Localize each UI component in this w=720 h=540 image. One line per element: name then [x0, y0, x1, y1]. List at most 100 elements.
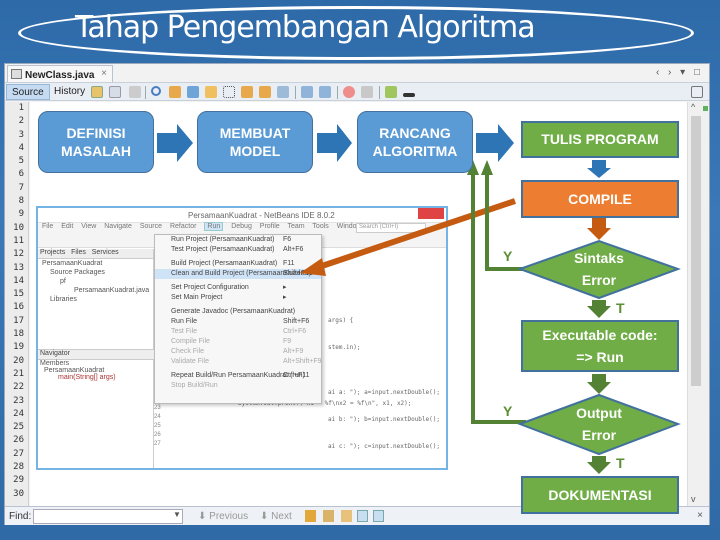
step-label: => Run — [576, 349, 624, 365]
window-controls[interactable]: ‹ › ▾ □ — [656, 67, 703, 78]
menu-item: Debug — [231, 223, 252, 230]
shift-left-icon[interactable] — [301, 86, 313, 98]
check-icon[interactable] — [385, 86, 397, 98]
select-icon[interactable] — [223, 86, 235, 98]
next-bookmark-icon[interactable] — [259, 86, 271, 98]
find-next-label: Next — [271, 511, 292, 522]
back-icon[interactable] — [109, 86, 121, 98]
step-membuat-model: MEMBUAT MODEL — [197, 111, 313, 173]
forward-icon[interactable] — [129, 86, 141, 98]
source-tab[interactable]: Source — [6, 84, 50, 100]
line-number: 9 — [18, 209, 24, 220]
chevron-down-icon[interactable]: ▼ — [173, 510, 181, 519]
line-number: 14 — [13, 275, 24, 286]
menu-item-run: Run — [204, 222, 224, 231]
scroll-down-icon[interactable]: v — [691, 494, 696, 504]
find-label: Find: — [9, 511, 32, 522]
yes-label: Y — [503, 248, 513, 264]
highlight-results-icon[interactable] — [357, 510, 368, 522]
find-previous-button[interactable]: ⬇ Previous — [198, 511, 248, 522]
step-dokumentasi: DOKUMENTASI — [521, 476, 679, 514]
no-label: T — [616, 455, 625, 471]
line-number: 10 — [13, 222, 24, 233]
decision-sintaks-error: Sintaks Error — [540, 247, 658, 292]
screenshot-tree: PersamaanKuadrat Source Packages pf Pers… — [38, 259, 153, 304]
run-menu-item: Run File Shift+F6 — [171, 318, 310, 325]
split-icon[interactable] — [691, 86, 703, 98]
toggle-highlight-icon[interactable] — [205, 86, 217, 98]
java-file-icon — [11, 69, 22, 79]
prev-bookmark-icon[interactable] — [241, 86, 253, 98]
code-line: stem.in); — [328, 344, 361, 351]
find-previous-icon[interactable] — [169, 86, 181, 98]
run-menu-item: Validate File Alt+Shift+F9 — [171, 358, 322, 365]
code-line: ai b: "); b=input.nextDouble(); — [328, 416, 440, 423]
vertical-scrollbar[interactable]: ^ v — [687, 102, 709, 506]
close-tab-icon[interactable]: × — [101, 68, 107, 79]
run-menu-item: Run Project (PersamaanKuadrat) F6 — [171, 236, 292, 243]
whole-words-icon[interactable] — [323, 510, 334, 522]
scroll-up-icon[interactable]: ^ — [691, 102, 695, 112]
step-label: ALGORITMA — [372, 143, 458, 159]
scrollbar-thumb[interactable] — [691, 116, 701, 386]
shift-right-icon[interactable] — [319, 86, 331, 98]
menu-item: Team — [287, 223, 305, 230]
line-number: 18 — [13, 329, 24, 340]
code-line: args) { — [328, 317, 354, 324]
find-icon[interactable] — [151, 86, 161, 96]
run-menu-item: Stop Build/Run — [171, 382, 218, 389]
line-number: 26 — [154, 432, 161, 438]
tree-node: Libraries — [50, 296, 77, 303]
tree-node: PersamaanKuadrat.java — [74, 287, 150, 294]
wrap-around-icon[interactable] — [373, 510, 384, 522]
run-menu-item: Check File Alt+F9 — [171, 348, 304, 355]
start-macro-icon[interactable] — [343, 86, 355, 98]
menu-item: Tools — [312, 223, 329, 230]
navigator-node: PersamaanKuadrat — [44, 367, 105, 374]
step-compile: COMPILE — [521, 180, 679, 218]
file-tab[interactable]: NewClass.java × — [7, 65, 113, 82]
line-number: 23 — [13, 395, 24, 406]
tree-node: pf — [60, 278, 66, 285]
navigator-filter: Members — [40, 360, 70, 367]
file-tab-label: NewClass.java — [25, 70, 95, 81]
close-find-icon[interactable]: × — [697, 510, 703, 521]
menu-item: Navigate — [104, 223, 132, 230]
line-number: 16 — [13, 302, 24, 313]
tree-node: Source Packages — [50, 269, 105, 276]
line-number: 19 — [13, 342, 24, 353]
stop-macro-icon[interactable] — [361, 86, 373, 98]
menu-item: File — [42, 223, 54, 230]
run-menu-item: Test Project (PersamaanKuadrat) Alt+F6 — [171, 246, 304, 253]
regex-icon[interactable] — [341, 510, 352, 522]
comment-icon[interactable] — [403, 93, 415, 97]
step-executable-run: Executable code: => Run — [521, 320, 679, 372]
line-number: 1 — [18, 103, 24, 113]
panel-tab: Services — [91, 249, 119, 256]
menu-item: Profile — [259, 223, 280, 230]
toolbar-separator — [337, 86, 338, 99]
close-window-icon — [418, 208, 444, 219]
find-next-icon[interactable] — [187, 86, 199, 98]
screenshot-line-numbers: 23 24 25 26 27 — [154, 404, 170, 449]
screenshot-title: PersamaanKuadrat - NetBeans IDE 8.0.2 — [188, 211, 335, 220]
line-number: 12 — [13, 249, 24, 260]
find-next-button[interactable]: ⬇ Next — [260, 511, 292, 522]
toggle-bookmark-icon[interactable] — [277, 86, 289, 98]
screenshot-search: Search (Ctrl+I) — [356, 223, 426, 233]
last-edit-icon[interactable] — [91, 86, 103, 98]
toolbar-separator — [379, 86, 380, 99]
decision-label: Error — [581, 272, 617, 289]
line-number: 29 — [13, 475, 24, 486]
screenshot-projects-panel: Projects Files Services PersamaanKuadrat… — [38, 249, 154, 468]
line-number: 24 — [13, 408, 24, 419]
line-number: 20 — [13, 355, 24, 366]
line-number: 25 — [13, 422, 24, 433]
screenshot-menubar: File Edit View Navigate Source Refactor … — [38, 222, 446, 234]
match-case-icon[interactable] — [305, 510, 316, 522]
menu-item: Edit — [61, 223, 74, 230]
line-number: 23 — [154, 405, 161, 411]
history-tab[interactable]: History — [49, 84, 90, 100]
run-menu-item: Build Project (PersamaanKuadrat) F11 — [171, 260, 295, 267]
find-input[interactable] — [33, 509, 183, 524]
